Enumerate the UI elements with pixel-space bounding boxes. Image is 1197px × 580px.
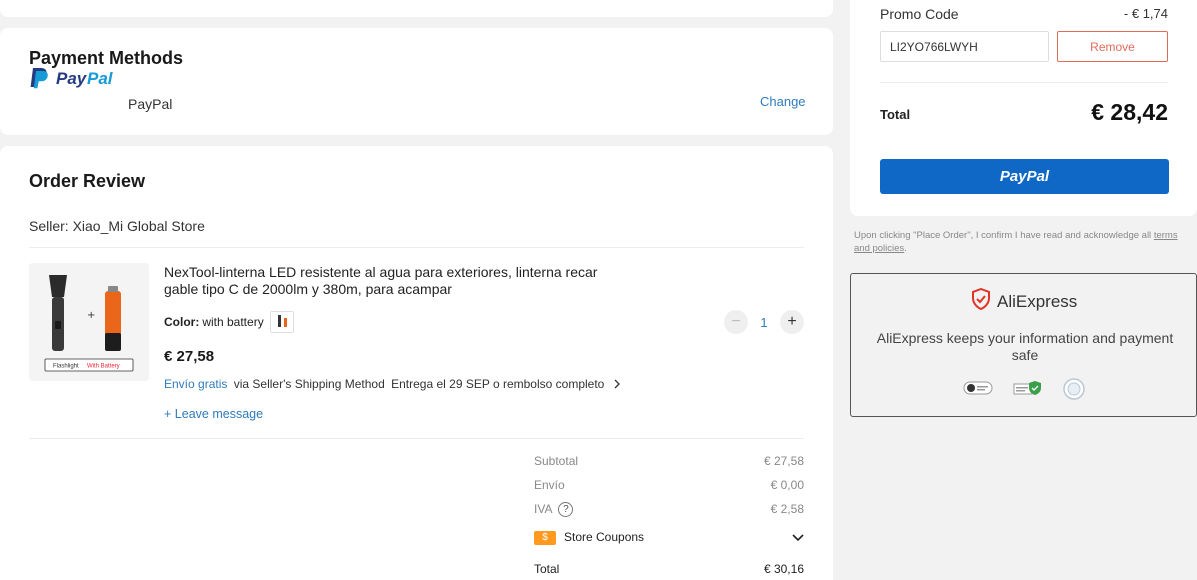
help-icon[interactable]: ? — [558, 502, 574, 518]
promo-code-input[interactable] — [880, 31, 1049, 62]
subtotal-label: Subtotal — [534, 454, 579, 468]
svg-text:Pay: Pay — [56, 69, 88, 88]
coupon-icon: $ — [534, 530, 556, 545]
paypal-button-label: PayPal — [999, 168, 1050, 185]
delivery-estimate: Entrega el 29 SEP o rembolso completo — [391, 377, 605, 391]
product-title[interactable]: NexTool-linterna LED resistente al agua … — [164, 264, 634, 298]
security-badge-icon — [963, 378, 993, 400]
shipping-value: € 0,00 — [770, 478, 804, 492]
store-coupons-label: Store Coupons — [564, 530, 645, 544]
increase-quantity-button[interactable]: + — [780, 310, 804, 334]
shipping-row: Envío € 0,00 — [534, 478, 804, 492]
image-caption-flashlight: Flashlight — [53, 364, 79, 370]
image-caption-battery: With Battery — [87, 364, 120, 370]
quantity-value[interactable]: 1 — [748, 315, 780, 330]
decrease-quantity-button[interactable]: − — [724, 310, 748, 334]
subtotal-value: € 27,58 — [763, 454, 804, 468]
aliexpress-brand: AliExpress — [997, 291, 1078, 311]
order-total-label: Total — [534, 562, 560, 576]
tax-label: IVA — [534, 502, 553, 516]
promo-discount-value: - € 1,74 — [1123, 6, 1168, 21]
free-shipping-label: Envío gratis — [164, 377, 228, 391]
color-label: Color: — [164, 315, 200, 329]
total-value: € 28,42 — [1091, 99, 1168, 125]
color-variant-thumbnail[interactable] — [269, 311, 294, 333]
aliexpress-logo: AliExpress — [971, 287, 1078, 315]
color-value: with battery — [202, 315, 264, 329]
remove-promo-button[interactable]: Remove — [1057, 31, 1168, 62]
shield-check-icon — [971, 287, 991, 315]
paypal-logo-icon: Pay Pal — [29, 65, 129, 91]
tax-value: € 2,58 — [770, 502, 804, 516]
divider — [880, 82, 1168, 83]
tax-row: IVA? € 2,58 — [534, 502, 804, 518]
divider — [29, 438, 804, 439]
order-review-title: Order Review — [29, 171, 146, 191]
seal-badge-icon — [1063, 378, 1085, 400]
shipping-method: via Seller's Shipping Method — [233, 377, 385, 391]
change-payment-link[interactable]: Change — [760, 94, 806, 109]
disclaimer-text: Upon clicking "Place Order", I confirm I… — [854, 230, 1152, 241]
shipping-info[interactable]: Envío gratis via Seller's Shipping Metho… — [164, 377, 621, 391]
svg-text:+: + — [87, 310, 95, 321]
order-total-value: € 30,16 — [763, 562, 804, 576]
shipping-label: Envío — [534, 478, 565, 492]
leave-message-label: Leave message — [174, 407, 264, 421]
leave-message-link[interactable]: + Leave message — [164, 407, 263, 421]
paypal-checkout-button[interactable]: PayPal — [880, 159, 1169, 194]
aliexpress-trust-card: AliExpress AliExpress keeps your informa… — [850, 273, 1197, 417]
verified-badge-icon — [1013, 378, 1043, 400]
place-order-disclaimer: Upon clicking "Place Order", I confirm I… — [854, 229, 1194, 255]
total-label: Total — [880, 107, 911, 122]
chevron-down-icon[interactable] — [792, 529, 804, 547]
divider — [29, 247, 804, 248]
svg-text:Pal: Pal — [87, 69, 114, 88]
quantity-stepper: − 1 + — [724, 310, 804, 334]
trust-message: AliExpress keeps your information and pa… — [876, 330, 1174, 363]
payment-method-label: PayPal — [128, 96, 173, 112]
promo-code-label: Promo Code — [880, 6, 959, 22]
store-coupons-row[interactable]: $ Store Coupons — [534, 530, 804, 545]
order-total-row: Total € 30,16 — [534, 562, 804, 576]
disclaimer-end: . — [904, 243, 907, 254]
plus-icon: + — [164, 407, 172, 421]
seller-name: Seller: Xiao_Mi Global Store — [29, 218, 205, 234]
chevron-right-icon — [613, 377, 621, 391]
product-image[interactable]: + Flashlight With Battery — [29, 263, 149, 381]
subtotal-row: Subtotal € 27,58 — [534, 454, 804, 468]
previous-section-card — [0, 0, 833, 17]
product-color-row: Color: with battery — [164, 311, 294, 333]
product-price: € 27,58 — [164, 348, 215, 365]
